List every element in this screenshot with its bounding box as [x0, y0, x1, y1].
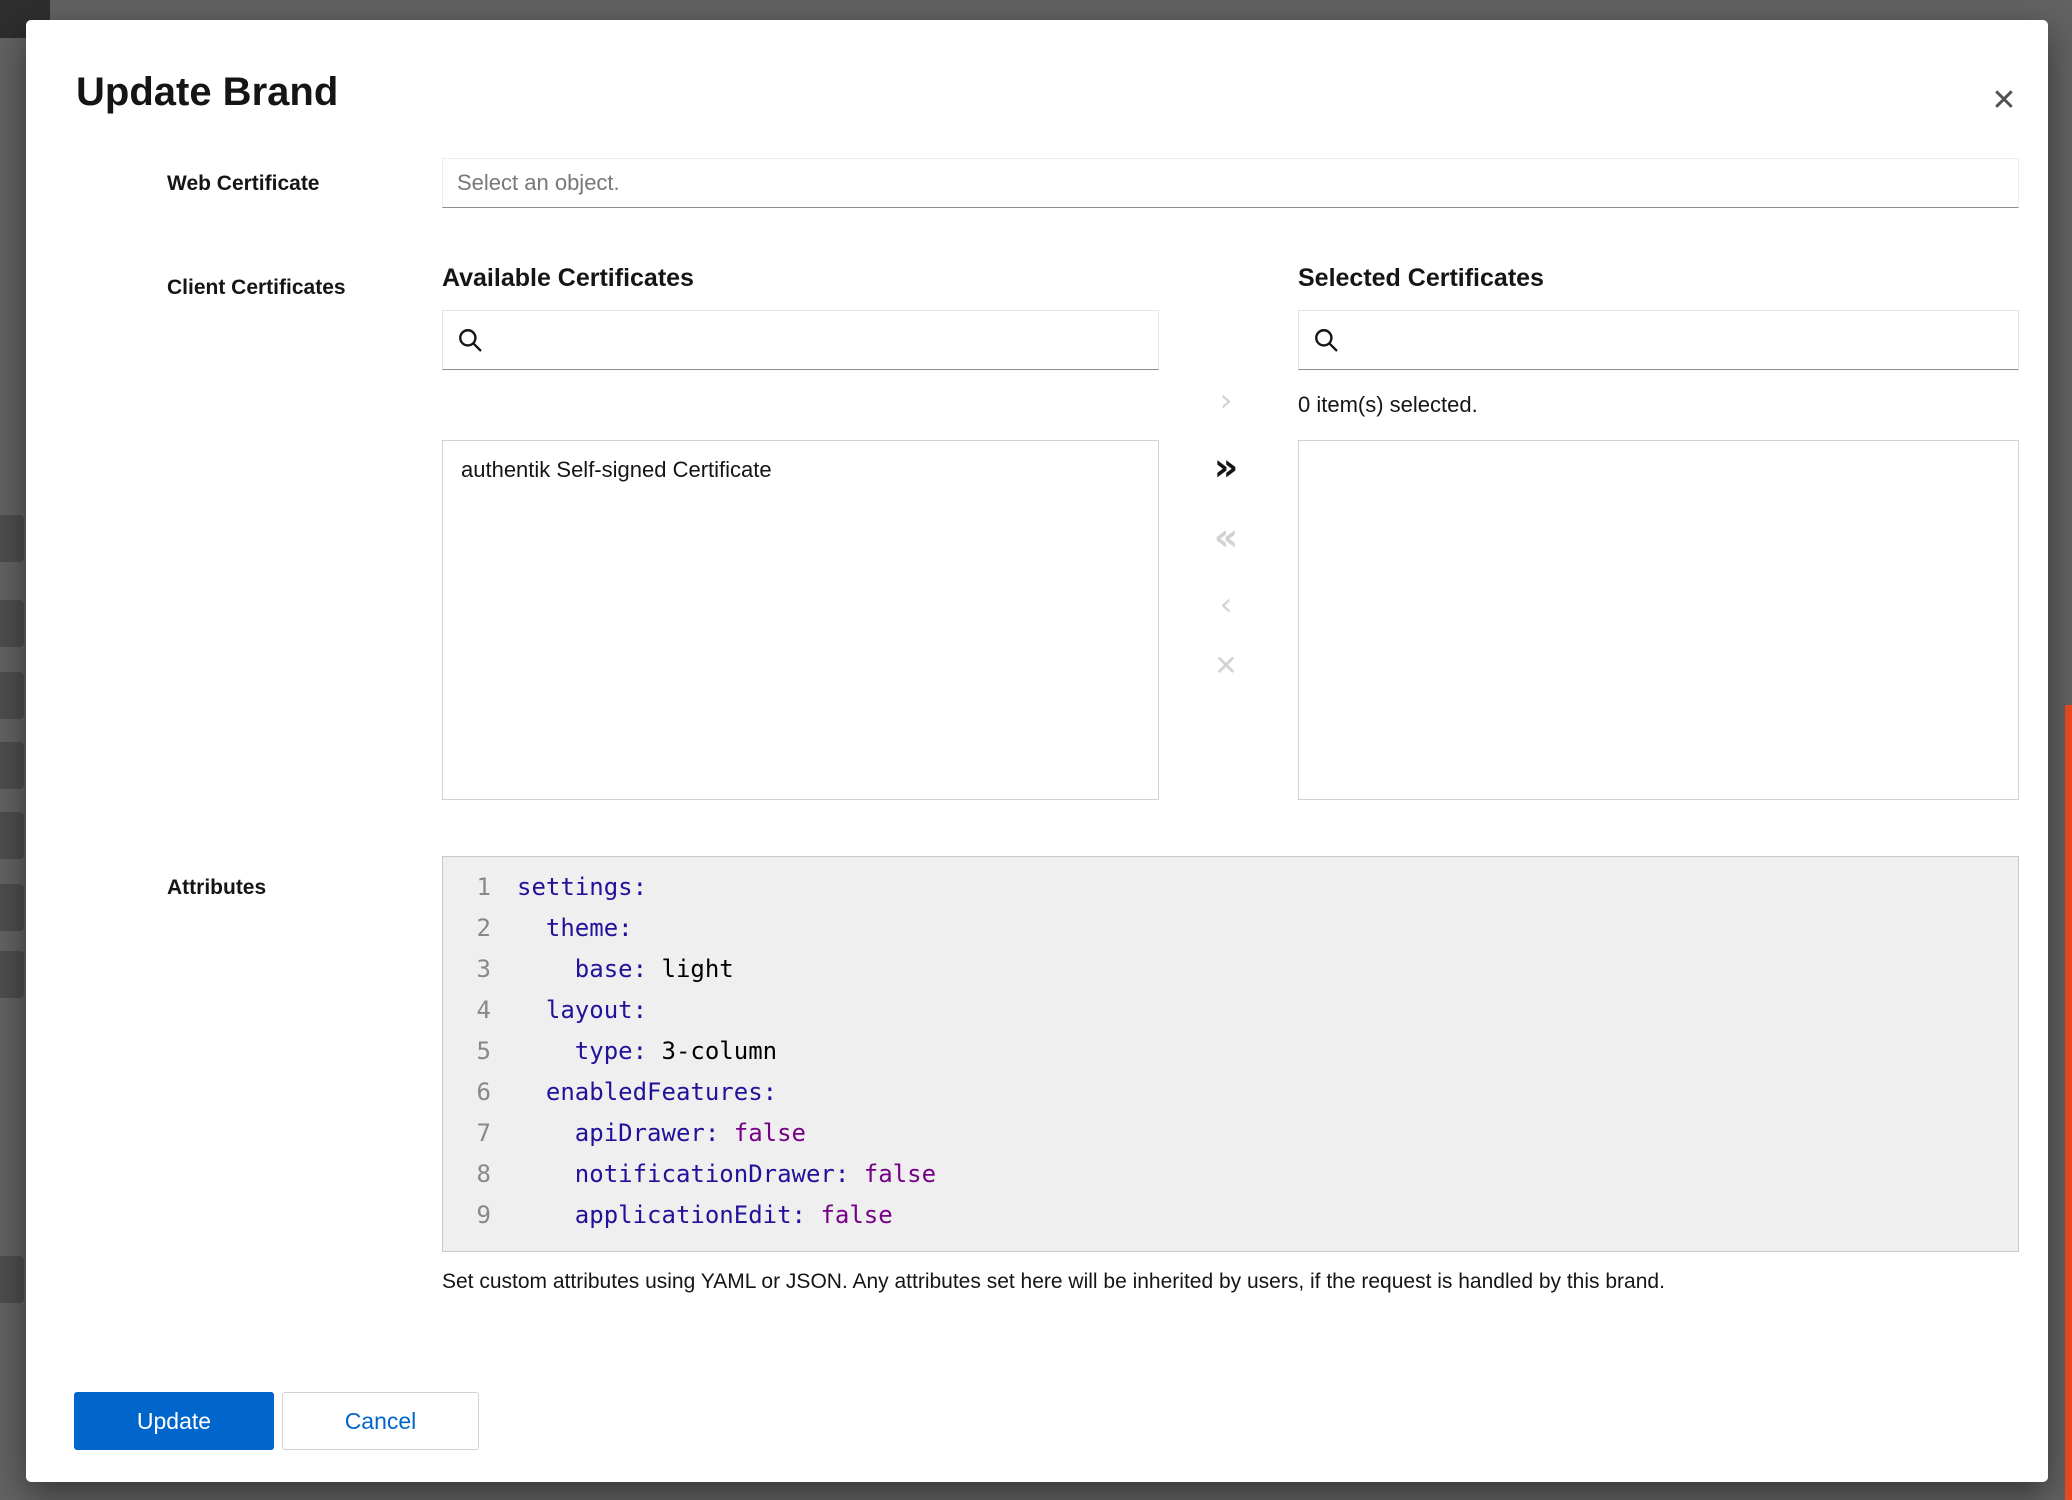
editor-code[interactable]: settings: theme: base: light layout: typ… — [503, 857, 2018, 1251]
line-number: 4 — [443, 990, 491, 1031]
remove-selected-button[interactable]: ‹ — [1220, 588, 1233, 620]
available-search-input[interactable] — [495, 310, 1144, 370]
selected-certificates-list[interactable] — [1298, 440, 2019, 800]
close-icon[interactable]: ✕ — [1976, 75, 2032, 125]
line-number: 7 — [443, 1113, 491, 1154]
add-all-button[interactable]: » — [1214, 448, 1239, 486]
background-element — [0, 951, 24, 998]
attributes-help-text: Set custom attributes using YAML or JSON… — [442, 1270, 2002, 1294]
code-line: apiDrawer: false — [517, 1113, 2018, 1154]
code-line: layout: — [517, 990, 2018, 1031]
background-element — [0, 742, 24, 789]
code-line: notificationDrawer: false — [517, 1154, 2018, 1195]
selected-search-input[interactable] — [1351, 310, 2004, 370]
line-number: 5 — [443, 1031, 491, 1072]
attributes-label: Attributes — [167, 876, 266, 900]
line-number: 9 — [443, 1195, 491, 1236]
search-icon — [457, 327, 483, 353]
background-accent-bar — [2065, 705, 2072, 1500]
background-element — [0, 672, 24, 719]
remove-all-button[interactable]: « — [1214, 518, 1239, 556]
list-item[interactable]: authentik Self-signed Certificate — [443, 441, 1158, 499]
background-element — [0, 884, 24, 931]
search-icon — [1313, 327, 1339, 353]
editor-line-numbers: 123456789 — [443, 857, 503, 1251]
update-button[interactable]: Update — [74, 1392, 274, 1450]
background-element — [0, 600, 24, 647]
transfer-controls: › » « ‹ ✕ — [1186, 384, 1266, 680]
selected-count-text: 0 item(s) selected. — [1298, 392, 1478, 418]
update-brand-modal: Update Brand ✕ Web Certificate Client Ce… — [26, 20, 2048, 1482]
line-number: 1 — [443, 867, 491, 908]
code-line: theme: — [517, 908, 2018, 949]
line-number: 2 — [443, 908, 491, 949]
web-certificate-input[interactable] — [442, 158, 2019, 208]
available-search — [442, 310, 1159, 370]
code-line: base: light — [517, 949, 2018, 990]
background-element — [0, 812, 24, 859]
available-certificates-list[interactable]: authentik Self-signed Certificate — [442, 440, 1159, 800]
modal-title: Update Brand — [76, 70, 338, 115]
web-certificate-label: Web Certificate — [167, 172, 320, 196]
selected-certificates-heading: Selected Certificates — [1298, 264, 1544, 293]
available-certificates-heading: Available Certificates — [442, 264, 694, 293]
client-certificates-label: Client Certificates — [167, 276, 346, 300]
background-element — [0, 1256, 24, 1303]
add-selected-button[interactable]: › — [1220, 384, 1233, 416]
cancel-button[interactable]: Cancel — [282, 1392, 479, 1450]
code-line: settings: — [517, 867, 2018, 908]
line-number: 6 — [443, 1072, 491, 1113]
attributes-code-editor[interactable]: 123456789 settings: theme: base: light l… — [442, 856, 2019, 1252]
clear-selected-button[interactable]: ✕ — [1214, 652, 1237, 680]
code-line: enabledFeatures: — [517, 1072, 2018, 1113]
line-number: 8 — [443, 1154, 491, 1195]
selected-search — [1298, 310, 2019, 370]
background-element — [0, 515, 24, 562]
line-number: 3 — [443, 949, 491, 990]
code-line: type: 3-column — [517, 1031, 2018, 1072]
code-line: applicationEdit: false — [517, 1195, 2018, 1236]
